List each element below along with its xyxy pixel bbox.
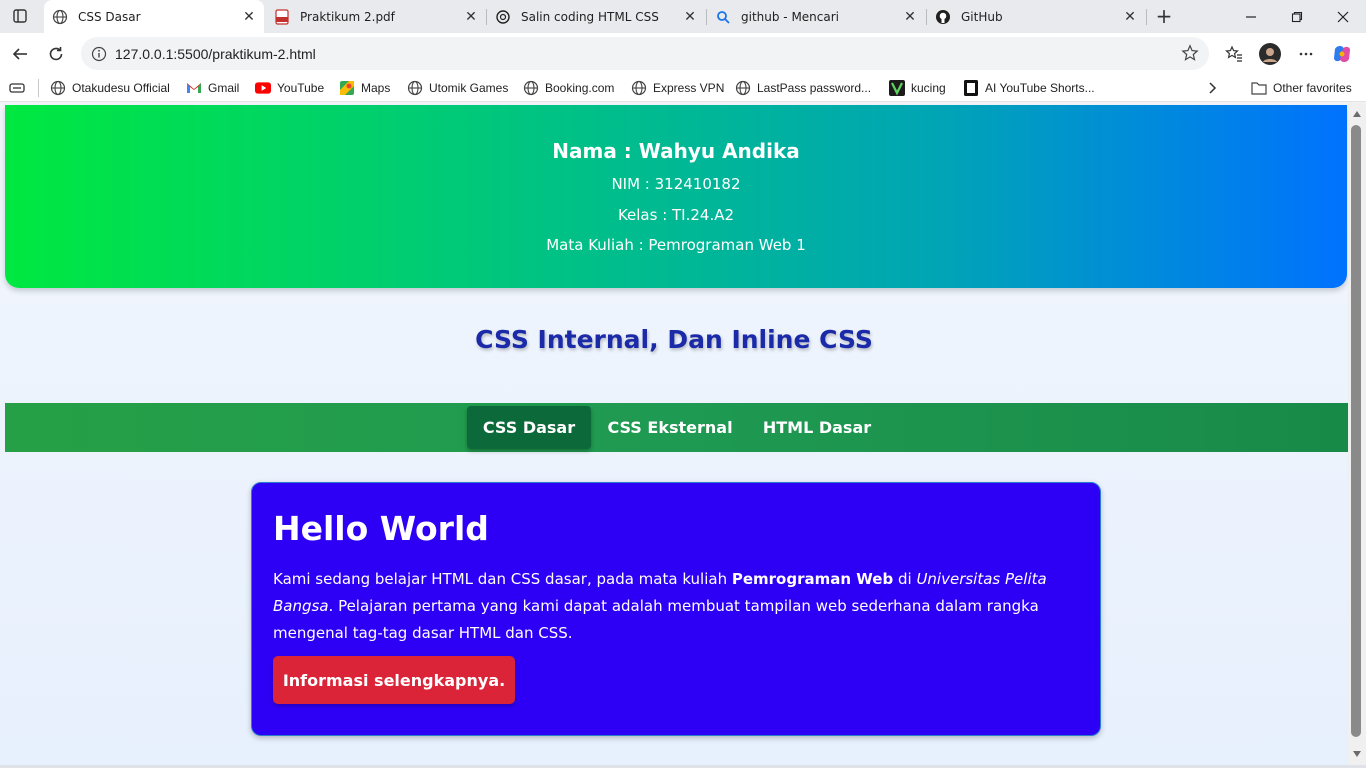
scroll-up-arrow-icon[interactable]: [1353, 111, 1361, 117]
favorites-icon[interactable]: [1221, 41, 1247, 67]
student-nim: NIM : 312410182: [611, 175, 741, 193]
bookmark-label: Express VPN: [653, 81, 725, 95]
student-name: Nama : Wahyu Andika: [552, 139, 800, 163]
globe-icon: [407, 80, 423, 96]
nav-html-dasar[interactable]: HTML Dasar: [753, 406, 881, 449]
github-icon: [935, 9, 951, 25]
chevron-right-icon[interactable]: [1206, 78, 1218, 98]
tab-css-dasar[interactable]: CSS Dasar ✕: [44, 0, 264, 33]
hello-world-card: Hello World Kami sedang belajar HTML dan…: [251, 482, 1101, 736]
bookmark-ai-youtube-shorts[interactable]: AI YouTube Shorts...: [963, 78, 1095, 98]
globe-icon: [52, 9, 68, 25]
close-tab-icon[interactable]: ✕: [901, 8, 919, 26]
folder-icon: [1251, 80, 1267, 96]
nav-css-eksternal[interactable]: CSS Eksternal: [601, 406, 739, 449]
bookmark-lastpass[interactable]: LastPass password...: [735, 78, 871, 98]
close-tab-icon[interactable]: ✕: [240, 8, 258, 26]
tab-title: Salin coding HTML CSS: [521, 9, 659, 24]
tab-title: github - Mencari: [741, 9, 840, 24]
nav-bar: CSS Dasar CSS Eksternal HTML Dasar: [5, 403, 1348, 452]
pdf-icon: [274, 8, 290, 25]
gmail-icon: [186, 80, 202, 96]
globe-icon: [50, 80, 66, 96]
card-paragraph: Kami sedang belajar HTML dan CSS dasar, …: [273, 566, 1073, 647]
bookmark-kucing[interactable]: kucing: [889, 78, 946, 98]
favorite-star-icon[interactable]: [1181, 44, 1199, 62]
student-class: Kelas : TI.24.A2: [617, 206, 735, 224]
bookmark-black-icon: [963, 80, 979, 96]
vim-icon: [889, 80, 905, 96]
other-favorites-label: Other favorites: [1273, 81, 1352, 95]
new-tab-icon[interactable]: +: [1152, 4, 1176, 28]
tab-praktikum-pdf[interactable]: Praktikum 2.pdf ✕: [266, 0, 486, 33]
bookmark-gmail[interactable]: Gmail: [186, 78, 239, 98]
tab-title: Praktikum 2.pdf: [300, 9, 395, 24]
bookmark-label: Utomik Games: [429, 81, 509, 95]
card-text: Kami sedang belajar HTML dan CSS dasar, …: [273, 570, 732, 588]
bookmark-label: LastPass password...: [757, 81, 872, 95]
bookmark-label: Gmail: [208, 81, 240, 95]
page-viewport: Nama : Wahyu Andika NIM : 312410182 Kela…: [0, 103, 1348, 765]
bookmark-label: Booking.com: [545, 81, 615, 95]
bookmark-booking[interactable]: Booking.com: [523, 78, 614, 98]
more-options-icon[interactable]: [1293, 41, 1319, 67]
close-tab-icon[interactable]: ✕: [1121, 8, 1139, 26]
globe-icon: [631, 80, 647, 96]
nav-css-dasar[interactable]: CSS Dasar: [467, 406, 591, 449]
bookmark-label: kucing: [911, 81, 946, 95]
bookmark-label: YouTube: [277, 81, 325, 95]
chatgpt-icon: [495, 9, 511, 25]
maps-icon: [339, 80, 355, 96]
globe-icon: [523, 80, 539, 96]
youtube-icon: [255, 80, 271, 96]
other-favorites[interactable]: Other favorites: [1251, 78, 1352, 98]
bookmark-maps[interactable]: Maps: [339, 78, 390, 98]
card-bold-text: Pemrograman Web: [731, 570, 894, 588]
minimize-icon[interactable]: [1228, 0, 1274, 33]
tab-title: GitHub: [961, 9, 1003, 24]
student-header: Nama : Wahyu Andika NIM : 312410182 Kela…: [5, 105, 1347, 288]
site-info-icon[interactable]: [89, 44, 109, 64]
tab-salin-coding[interactable]: Salin coding HTML CSS ✕: [487, 0, 705, 33]
bookmark-label: Otakudesu Official: [72, 81, 170, 95]
url-text[interactable]: 127.0.0.1:5500/praktikum-2.html: [115, 46, 316, 62]
tab-github-search[interactable]: github - Mencari ✕: [707, 0, 925, 33]
bookmark-expressvpn[interactable]: Express VPN: [631, 78, 724, 98]
browser-toolbar: 127.0.0.1:5500/praktikum-2.html: [0, 33, 1366, 74]
back-arrow-icon[interactable]: [7, 41, 33, 67]
copilot-icon[interactable]: [1329, 41, 1355, 67]
restore-icon[interactable]: [1274, 0, 1320, 33]
bookmarks-separator: [38, 79, 39, 97]
tab-title: CSS Dasar: [78, 9, 141, 24]
tab-github[interactable]: GitHub ✕: [927, 0, 1145, 33]
bookmark-otakudesu[interactable]: Otakudesu Official: [50, 78, 170, 98]
close-tab-icon[interactable]: ✕: [462, 8, 480, 26]
bookmark-utomik[interactable]: Utomik Games: [407, 78, 508, 98]
tab-strip: CSS Dasar ✕ Praktikum 2.pdf ✕ Salin codi…: [0, 0, 1366, 33]
scroll-thumb[interactable]: [1351, 125, 1361, 737]
close-tab-icon[interactable]: ✕: [681, 8, 699, 26]
profile-avatar-icon[interactable]: [1257, 41, 1283, 67]
page-scrollbar[interactable]: [1348, 103, 1366, 765]
scroll-down-arrow-icon[interactable]: [1353, 751, 1361, 757]
card-title: Hello World: [273, 509, 489, 548]
globe-icon: [735, 80, 751, 96]
bookmarks-bar: Otakudesu Official Gmail YouTube Maps Ut…: [0, 74, 1366, 102]
refresh-icon[interactable]: [43, 41, 69, 67]
page-title: CSS Internal, Dan Inline CSS: [475, 325, 873, 354]
tab-separator: [1146, 9, 1147, 25]
bookmark-label: Maps: [361, 81, 391, 95]
tab-actions-icon[interactable]: [8, 5, 32, 27]
bookmark-youtube[interactable]: YouTube: [255, 78, 324, 98]
course-name: Mata Kuliah : Pemrograman Web 1: [546, 236, 806, 254]
more-info-button[interactable]: Informasi selengkapnya.: [273, 656, 515, 704]
close-window-icon[interactable]: [1320, 0, 1366, 33]
card-text: . Pelajaran pertama yang kami dapat adal…: [273, 597, 1039, 642]
search-icon: [715, 9, 731, 25]
bookmark-label: AI YouTube Shorts...: [985, 81, 1095, 95]
card-text: di: [893, 570, 917, 588]
address-bar[interactable]: 127.0.0.1:5500/praktikum-2.html: [81, 37, 1209, 70]
reading-list-icon[interactable]: [8, 78, 26, 98]
